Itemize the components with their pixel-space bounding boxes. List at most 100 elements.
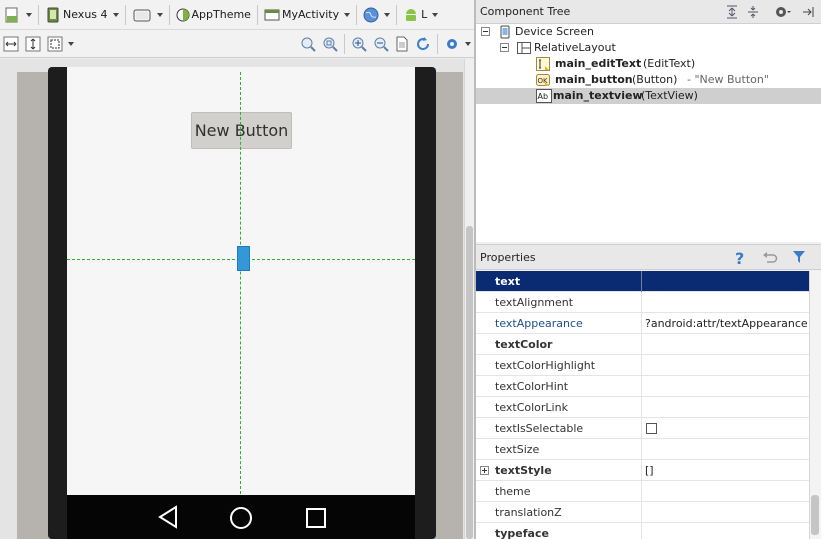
property-name: theme: [495, 485, 531, 498]
secondary-toolbar: [0, 30, 474, 58]
activity-icon: [264, 8, 280, 22]
tree-item-main-textview[interactable]: Ab main_textview (TextView): [476, 88, 821, 104]
top-toolbar: Nexus 4 AppTheme MyActivity L: [0, 0, 474, 30]
globe-icon: [363, 7, 379, 23]
api-level-label: L: [421, 8, 428, 21]
tree-item-main-edittext[interactable]: main_editText (EditText): [476, 56, 821, 72]
zoom-fit-icon: [322, 36, 338, 52]
collapse-all-icon[interactable]: [746, 4, 760, 20]
refresh-icon: [415, 36, 431, 52]
rotate-device-icon: [132, 6, 152, 24]
help-icon[interactable]: ?: [734, 249, 748, 267]
tree-item-main-button[interactable]: OK main_button (Button) - "New Button": [476, 72, 821, 88]
device-dropdown[interactable]: Nexus 4: [42, 3, 122, 27]
expand-vertical-button[interactable]: [22, 32, 44, 56]
property-row-textsize[interactable]: textSize: [476, 439, 809, 460]
property-row-text[interactable]: text: [476, 271, 809, 292]
collapse-icon[interactable]: [481, 27, 490, 36]
properties-scrollbar-thumb[interactable]: [811, 495, 819, 535]
property-row-textcolorhighlight[interactable]: textColorHighlight: [476, 355, 809, 376]
tree-item-label: main_textview: [553, 89, 643, 102]
properties-title: Properties: [480, 251, 536, 264]
property-name: textColorLink: [495, 401, 568, 414]
zoom-out-icon: [373, 36, 389, 52]
layout-file-dropdown[interactable]: [0, 3, 35, 27]
zoom-fit-button[interactable]: [319, 32, 341, 56]
property-name: text: [495, 275, 521, 288]
filter-icon[interactable]: [792, 250, 806, 264]
svg-text:Ab: Ab: [538, 92, 549, 101]
tree-item-type: (Button): [632, 73, 678, 86]
tree-item-type: (EditText): [643, 57, 696, 70]
canvas-scrollbar-thumb[interactable]: [466, 226, 473, 539]
refresh-button[interactable]: [412, 32, 434, 56]
jump-to-source-button[interactable]: [392, 32, 412, 56]
property-name: textColorHighlight: [495, 359, 596, 372]
layout-file-icon: [3, 6, 21, 24]
recents-icon[interactable]: [305, 507, 327, 529]
tree-item-relativelayout[interactable]: RelativeLayout: [476, 40, 821, 56]
zoom-out-button[interactable]: [370, 32, 392, 56]
theme-label: AppTheme: [191, 8, 251, 21]
zoom-in-icon: [351, 36, 367, 52]
tree-item-extra: - "New Button": [687, 73, 769, 86]
property-name: textAppearance: [495, 317, 583, 330]
textisselectable-checkbox[interactable]: [646, 423, 657, 434]
hide-panel-icon[interactable]: [801, 4, 815, 20]
orientation-dropdown[interactable]: [129, 3, 166, 27]
property-name: textIsSelectable: [495, 422, 584, 435]
expand-horizontal-icon: [3, 36, 19, 52]
tree-item-type: (TextView): [641, 89, 698, 102]
expand-vertical-icon: [25, 36, 41, 52]
settings-dropdown[interactable]: [441, 32, 474, 56]
svg-text:?: ?: [735, 249, 744, 267]
locale-dropdown[interactable]: [360, 3, 393, 27]
back-icon[interactable]: [157, 505, 179, 529]
theme-button[interactable]: AppTheme: [173, 3, 254, 27]
property-row-theme[interactable]: theme: [476, 481, 809, 502]
activity-label: MyActivity: [281, 8, 340, 21]
zoom-in-button[interactable]: [348, 32, 370, 56]
gear-icon: [444, 36, 460, 52]
margins-dropdown[interactable]: [44, 32, 77, 56]
expand-horizontal-button[interactable]: [0, 32, 22, 56]
tree-item-label: Device Screen: [515, 25, 594, 38]
property-row-textcolorhint[interactable]: textColorHint: [476, 376, 809, 397]
restore-default-icon[interactable]: [762, 250, 778, 264]
tree-item-device-screen[interactable]: Device Screen: [476, 24, 821, 40]
property-value[interactable]: ?android:attr/textAppearanceMed: [645, 317, 808, 330]
expand-icon[interactable]: [480, 466, 489, 475]
property-row-translationz[interactable]: translationZ: [476, 502, 809, 523]
android-nav-bar: [67, 495, 415, 539]
property-row-typeface[interactable]: typeface: [476, 523, 809, 539]
property-name: textColor: [495, 338, 553, 351]
property-row-textisselectable[interactable]: textIsSelectable: [476, 418, 809, 439]
device-icon: [500, 25, 510, 39]
document-icon: [395, 36, 409, 52]
vertical-center-guide: [240, 72, 241, 494]
collapse-icon[interactable]: [500, 43, 509, 52]
api-level-dropdown[interactable]: L: [400, 3, 441, 27]
property-value[interactable]: []: [645, 464, 808, 477]
property-row-textcolor[interactable]: textColor: [476, 334, 809, 355]
property-row-textalignment[interactable]: textAlignment: [476, 292, 809, 313]
textview-icon: Ab: [536, 89, 552, 103]
preview-new-button[interactable]: New Button: [191, 112, 292, 149]
expand-all-icon[interactable]: [725, 4, 739, 20]
phone-icon: [45, 6, 61, 24]
property-row-textcolorlink[interactable]: textColorLink: [476, 397, 809, 418]
activity-dropdown[interactable]: MyActivity: [261, 3, 353, 27]
property-row-textappearance[interactable]: textAppearance ?android:attr/textAppeara…: [476, 313, 809, 334]
gear-icon[interactable]: [774, 4, 792, 20]
component-tree-title: Component Tree: [480, 5, 571, 18]
zoom-actual-button[interactable]: [297, 32, 319, 56]
property-name: typeface: [495, 527, 549, 539]
property-name: textStyle: [495, 464, 552, 477]
selected-textview[interactable]: [237, 246, 250, 271]
tree-item-label: main_button: [555, 73, 633, 86]
property-name: textSize: [495, 443, 540, 456]
home-icon[interactable]: [229, 506, 253, 530]
property-row-textstyle[interactable]: textStyle []: [476, 460, 809, 481]
edittext-icon: [536, 57, 550, 71]
tree-item-label: RelativeLayout: [534, 41, 616, 54]
